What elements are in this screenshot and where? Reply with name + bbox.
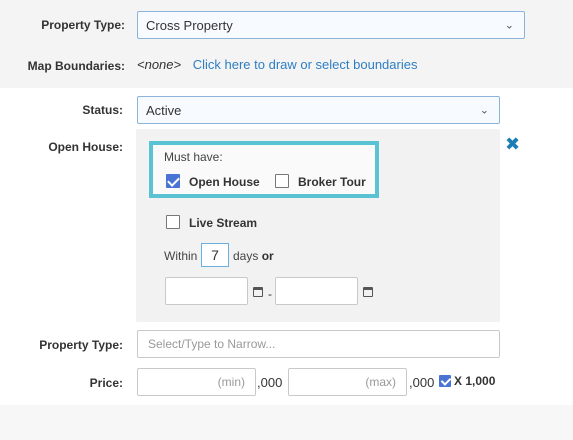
price-min-placeholder: (min) bbox=[217, 375, 245, 389]
price-min-suffix: ,000 bbox=[257, 375, 283, 390]
price-label: Price: bbox=[89, 376, 123, 390]
must-have-label: Must have: bbox=[164, 150, 223, 164]
property-type-select[interactable]: Cross Property ⌄ bbox=[137, 11, 525, 39]
map-boundaries-label: Map Boundaries: bbox=[27, 59, 125, 73]
property-type-narrow-label: Property Type: bbox=[39, 338, 123, 352]
date-separator: - bbox=[268, 287, 272, 301]
live-stream-checkbox[interactable] bbox=[166, 215, 180, 229]
broker-tour-checkbox[interactable] bbox=[275, 174, 289, 188]
property-type-value: Cross Property bbox=[146, 17, 233, 33]
days-input[interactable]: 7 bbox=[201, 243, 229, 267]
property-type-narrow-placeholder: Select/Type to Narrow... bbox=[148, 337, 276, 351]
status-label: Status: bbox=[82, 103, 123, 117]
x1000-checkbox[interactable] bbox=[439, 375, 451, 387]
days-label: days bbox=[233, 249, 259, 263]
calendar-icon[interactable] bbox=[253, 287, 263, 297]
property-type-label: Property Type: bbox=[41, 18, 125, 32]
chevron-down-icon: ⌄ bbox=[479, 104, 489, 117]
chevron-down-icon: ⌄ bbox=[504, 19, 514, 32]
bottom-band bbox=[0, 405, 573, 440]
draw-boundaries-link[interactable]: Click here to draw or select boundaries bbox=[193, 57, 418, 72]
property-type-narrow-input[interactable]: Select/Type to Narrow... bbox=[137, 330, 500, 358]
days-label-row: days or bbox=[233, 249, 274, 263]
status-value: Active bbox=[146, 102, 182, 118]
open-house-checkbox-label: Open House bbox=[189, 175, 260, 189]
price-max-input[interactable]: (max) bbox=[288, 368, 407, 396]
price-min-input[interactable]: (min) bbox=[137, 368, 256, 396]
map-boundaries-value: <none> bbox=[137, 57, 182, 72]
close-icon[interactable]: ✖ bbox=[505, 134, 520, 155]
or-label: or bbox=[261, 249, 274, 263]
calendar-icon[interactable] bbox=[363, 287, 373, 297]
open-house-checkbox[interactable] bbox=[166, 174, 180, 188]
live-stream-checkbox-label: Live Stream bbox=[189, 216, 258, 230]
status-select[interactable]: Active ⌄ bbox=[137, 96, 500, 124]
price-max-suffix: ,000 bbox=[409, 375, 435, 390]
x1000-label: X 1,000 bbox=[454, 374, 496, 388]
within-label: Within bbox=[164, 249, 198, 263]
open-house-label: Open House: bbox=[48, 140, 123, 154]
price-max-placeholder: (max) bbox=[365, 375, 396, 389]
end-date-input[interactable] bbox=[275, 277, 358, 305]
map-boundaries-row: <none> Click here to draw or select boun… bbox=[137, 57, 417, 72]
broker-tour-checkbox-label: Broker Tour bbox=[298, 175, 366, 189]
start-date-input[interactable] bbox=[165, 277, 248, 305]
